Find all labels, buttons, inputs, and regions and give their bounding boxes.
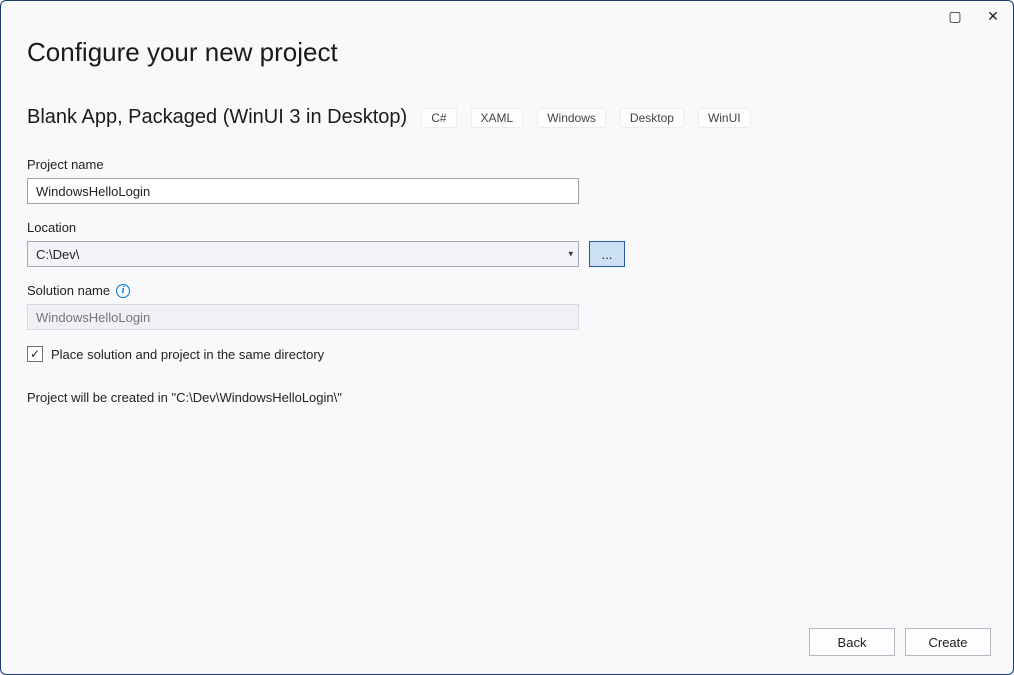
content-area: Configure your new project Blank App, Pa…	[1, 31, 1013, 674]
browse-button[interactable]: ...	[589, 241, 625, 267]
close-button[interactable]: ✕	[981, 4, 1005, 28]
tag-winui: WinUI	[698, 108, 751, 128]
location-combo[interactable]: ▾	[27, 241, 579, 267]
page-title: Configure your new project	[27, 37, 987, 68]
back-button[interactable]: Back	[809, 628, 895, 656]
maximize-button[interactable]: ▢	[943, 4, 967, 28]
same-dir-label: Place solution and project in the same d…	[51, 347, 324, 362]
solution-name-label-row: Solution name i	[27, 283, 987, 298]
project-name-label: Project name	[27, 157, 987, 172]
same-dir-row: ✓ Place solution and project in the same…	[27, 346, 987, 362]
footer: Back Create	[809, 628, 991, 656]
same-dir-checkbox[interactable]: ✓	[27, 346, 43, 362]
location-row: ▾ ...	[27, 241, 987, 267]
tag-desktop: Desktop	[620, 108, 684, 128]
titlebar: ▢ ✕	[1, 1, 1013, 31]
project-path-info: Project will be created in "C:\Dev\Windo…	[27, 390, 987, 405]
tag-csharp: C#	[421, 108, 456, 128]
check-icon: ✓	[30, 347, 40, 361]
location-label: Location	[27, 220, 987, 235]
template-row: Blank App, Packaged (WinUI 3 in Desktop)…	[27, 106, 987, 129]
solution-name-input	[27, 304, 579, 330]
solution-name-label: Solution name	[27, 283, 110, 298]
info-icon[interactable]: i	[116, 284, 130, 298]
create-button[interactable]: Create	[905, 628, 991, 656]
project-name-group: Project name	[27, 157, 987, 204]
project-name-input[interactable]	[27, 178, 579, 204]
template-name: Blank App, Packaged (WinUI 3 in Desktop)	[27, 106, 407, 129]
location-input[interactable]	[27, 241, 579, 267]
solution-name-group: Solution name i	[27, 283, 987, 330]
tag-windows: Windows	[537, 108, 606, 128]
tag-xaml: XAML	[471, 108, 524, 128]
maximize-icon: ▢	[948, 8, 961, 25]
location-group: Location ▾ ...	[27, 220, 987, 267]
dialog-window: ▢ ✕ Configure your new project Blank App…	[0, 0, 1014, 675]
close-icon: ✕	[987, 8, 999, 25]
